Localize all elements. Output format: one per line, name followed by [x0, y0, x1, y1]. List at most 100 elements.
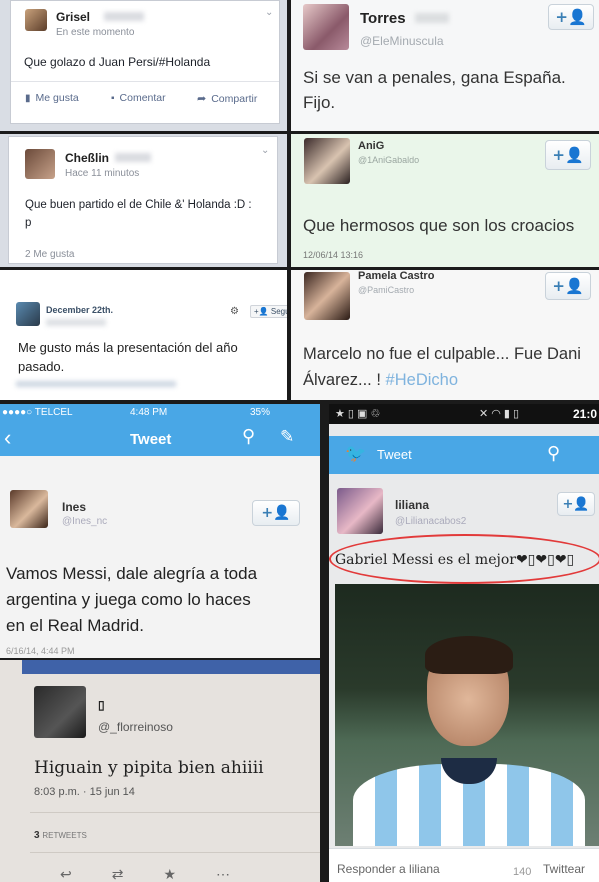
highlight-circle: [329, 534, 599, 584]
avatar: [337, 488, 383, 534]
post-text-line-1: Me gusto más la presentación del año: [18, 340, 238, 355]
like-button[interactable]: ▮ Me gusta: [25, 92, 79, 104]
tweet-button[interactable]: Twittear: [543, 862, 585, 876]
author-name[interactable]: ▯: [98, 698, 105, 712]
author-name[interactable]: Cheßlin: [65, 151, 109, 165]
cheblin-facebook-post: Cheßlin Hace 11 minutos ⌄ Que buen parti…: [0, 134, 287, 267]
post-text-line-2: pasado.: [18, 359, 65, 374]
author-name[interactable]: Torres: [360, 10, 406, 27]
follow-button[interactable]: +👤: [252, 500, 300, 526]
tweet-timestamp: 12/06/14 13:16: [303, 250, 364, 260]
author-name[interactable]: December 22th.: [46, 305, 113, 315]
action-row-blurred[interactable]: [16, 381, 176, 387]
grisel-facebook-post: Grisel En este momento ⌄ Que golazo d Ju…: [0, 0, 287, 131]
add-user-icon: +👤: [254, 307, 271, 316]
follow-button[interactable]: +👤 Segui: [250, 305, 287, 318]
author-name[interactable]: Pamela Castro: [358, 270, 434, 282]
post-card: Cheßlin Hace 11 minutos ⌄ Que buen parti…: [8, 136, 278, 264]
follow-label: Segui: [270, 307, 287, 316]
carrier-label: ●●●●○ TELCEL: [2, 407, 73, 418]
header-title: Tweet: [130, 431, 172, 448]
share-button[interactable]: ➦ Compartir: [197, 92, 257, 106]
add-user-icon: +👤: [261, 505, 291, 521]
retweet-number: 3: [34, 830, 40, 841]
comment-button[interactable]: ▪ Comentar: [111, 92, 166, 104]
tweet-text-line-3: en el Real Madrid.: [6, 616, 144, 635]
author-name[interactable]: AniG: [358, 140, 384, 152]
back-chevron-icon[interactable]: ‹: [4, 425, 11, 451]
post-text-line-2: p: [25, 217, 32, 229]
avatar: [25, 9, 47, 31]
divider: [11, 81, 279, 82]
avatar: [304, 138, 350, 184]
share-icon: ➦: [197, 93, 207, 105]
author-name[interactable]: Ines: [62, 500, 86, 514]
chevron-down-icon[interactable]: ⌄: [261, 145, 269, 156]
anig-tweet: AniG @1AniGabaldo +👤 Que hermosos que so…: [291, 134, 599, 267]
follow-button[interactable]: +👤: [548, 4, 594, 30]
author-handle[interactable]: @1AniGabaldo: [358, 155, 419, 165]
pamela-tweet: Pamela Castro @PamiCastro +👤 Marcelo no …: [291, 270, 599, 400]
player-hair: [425, 636, 513, 674]
author-handle[interactable]: @PamiCastro: [358, 285, 414, 295]
tweet-photo[interactable]: [335, 584, 599, 846]
retweet-label: RETWEETS: [42, 831, 87, 840]
author-handle[interactable]: @_florreinoso: [98, 720, 173, 734]
post-time: En este momento: [56, 27, 135, 38]
author-handle[interactable]: @EleMinuscula: [360, 34, 444, 48]
tweet-text-line-2: argentina y juega como lo haces: [6, 590, 251, 609]
follow-button[interactable]: +👤: [557, 492, 595, 516]
author-handle[interactable]: @Lilianacabos2: [395, 516, 466, 527]
author-handle-blurred: [46, 319, 106, 326]
reply-input[interactable]: Responder a liliana: [337, 862, 440, 876]
compose-icon[interactable]: ✎: [280, 427, 294, 447]
add-user-icon: +👤: [562, 496, 590, 512]
florreinoso-tweet: ▯ @_florreinoso Higuain y pipita bien ah…: [0, 660, 320, 882]
author-surname-blurred: [415, 13, 449, 23]
add-user-icon: +👤: [552, 277, 584, 295]
divider-bottom: [30, 852, 320, 853]
tweet-text-line-1: Vamos Messi, dale alegría a toda: [6, 564, 258, 583]
hashtag-link[interactable]: #HeDicho: [386, 371, 458, 389]
tweet-text-line-1: Marcelo no fue el culpable... Fue Dani: [303, 345, 581, 363]
retweet-count[interactable]: 3 RETWEETS: [34, 830, 87, 841]
chevron-down-icon[interactable]: ⌄: [265, 7, 273, 18]
add-user-icon: +👤: [555, 8, 587, 26]
signal-icons: ✕ ◠ ▮ ▯: [479, 408, 520, 420]
char-count: 140: [513, 866, 532, 878]
tweet-text: Higuain y pipita bien ahiiii: [34, 758, 264, 778]
december-post: December 22th. ⚙ +👤 Segui Me gusto más l…: [0, 270, 287, 400]
author-name[interactable]: Grisel: [56, 10, 90, 24]
post-text-line-1: Que buen partido el de Chile &' Holanda …: [25, 199, 252, 211]
gear-icon[interactable]: ⚙: [230, 306, 239, 317]
tweet-text-line-2: Álvarez... ! #HeDicho: [303, 371, 458, 390]
search-icon[interactable]: ⚲: [547, 443, 560, 464]
avatar: [304, 272, 350, 320]
torres-tweet: Torres @EleMinuscula +👤 Si se van a pena…: [291, 0, 599, 131]
clock-label: 21:0: [573, 407, 598, 421]
search-icon[interactable]: ⚲: [242, 426, 255, 447]
battery-label: 35%: [250, 407, 271, 418]
ines-tweet-screen: ●●●●○ TELCEL 4:48 PM 35% ‹ Tweet ⚲ ✎ Ine…: [0, 404, 320, 658]
divider: [30, 812, 320, 813]
tweet-text-line-1: Si se van a penales, gana España.: [303, 68, 566, 87]
action-icons[interactable]: ↩⇄★⋯: [60, 866, 270, 882]
like-count[interactable]: 2 Me gusta: [25, 249, 74, 260]
avatar: [34, 686, 86, 738]
tweet-timestamp: 8:03 p.m. · 15 jun 14: [34, 786, 135, 798]
add-user-icon: +👤: [552, 146, 584, 164]
author-name[interactable]: liliana: [395, 498, 429, 512]
author-handle[interactable]: @Ines_nc: [62, 516, 107, 527]
tweet-text-line-2: Fijo.: [303, 93, 336, 112]
comment-icon: ▪: [111, 92, 115, 104]
avatar: [10, 490, 48, 528]
like-label: Me gusta: [35, 92, 79, 104]
tweet-header-bar: ‹ Tweet ⚲ ✎: [0, 422, 320, 456]
follow-button[interactable]: +👤: [545, 272, 591, 300]
post-text: Que golazo d Juan Persi/#Holanda: [24, 55, 211, 69]
avatar: [25, 149, 55, 179]
follow-button[interactable]: +👤: [545, 140, 591, 170]
post-time: Hace 11 minutos: [65, 168, 140, 179]
twitter-bird-icon[interactable]: 🐦: [345, 444, 366, 464]
header-title: Tweet: [377, 447, 412, 462]
